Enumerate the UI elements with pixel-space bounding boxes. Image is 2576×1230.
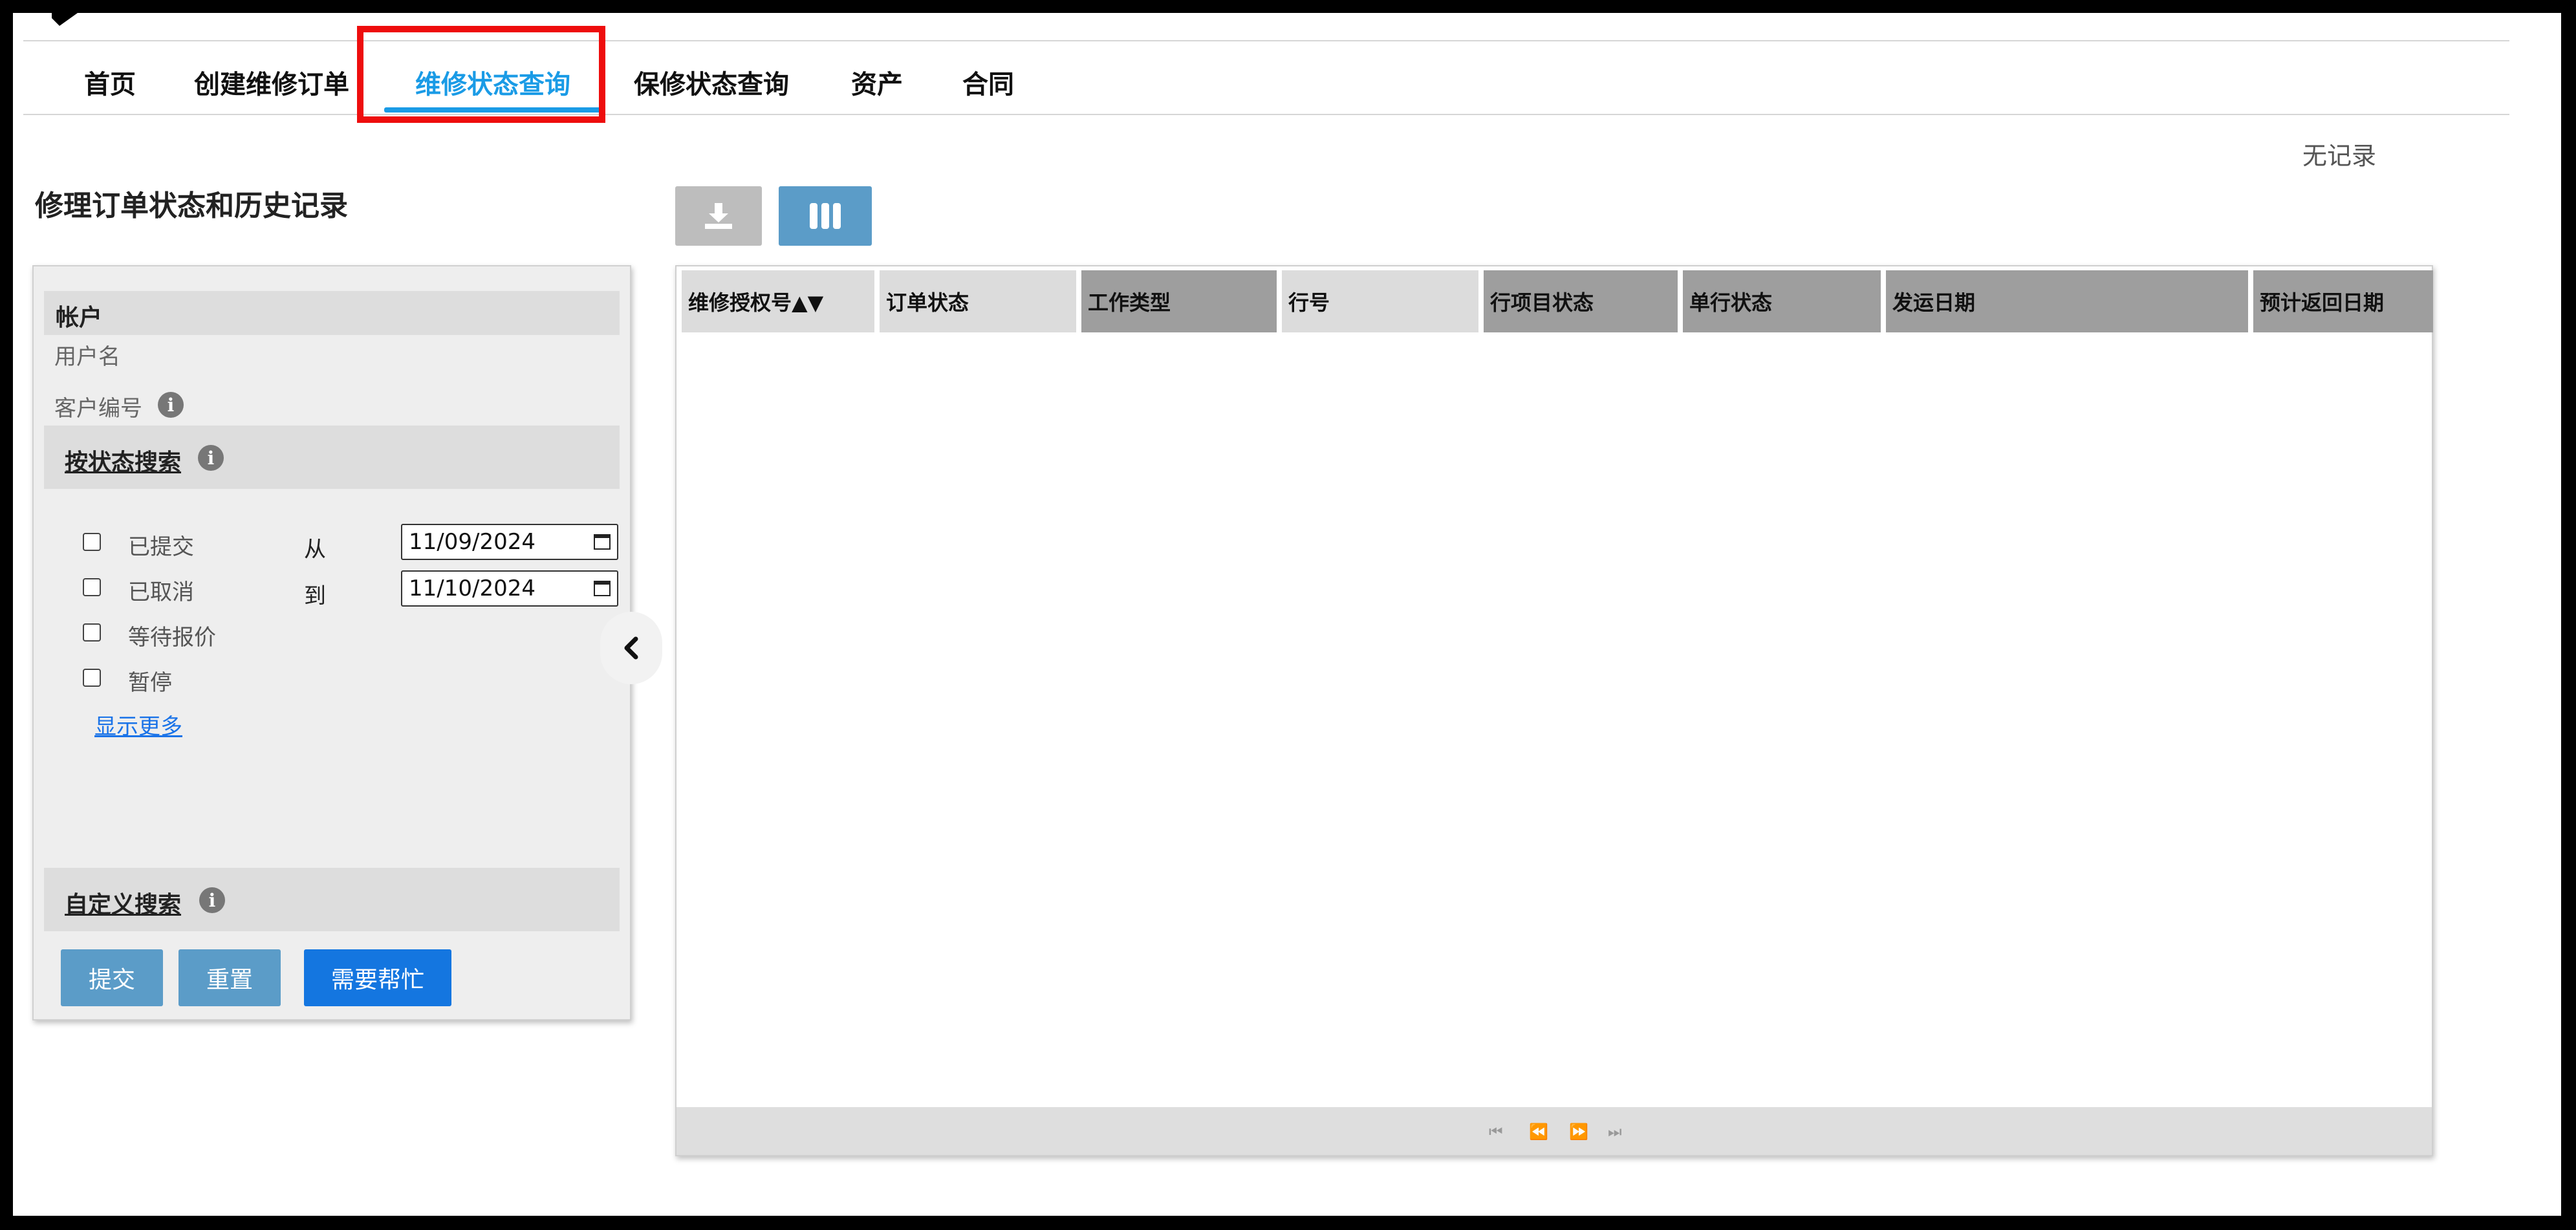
status-submitted-label: 已提交 — [128, 534, 194, 560]
first-page-icon[interactable]: ⏮ — [1489, 1123, 1503, 1141]
custom-search-toggle[interactable]: 自定义搜索 — [65, 886, 181, 920]
calendar-icon[interactable] — [594, 534, 611, 550]
filter-panel: 帐户 用户名 客户编号 i 按状态搜索 i 已提交 已取消 等待报价 暂停 从 … — [32, 265, 631, 1020]
column-header-expected-return-date[interactable]: 预计返回日期 — [2253, 270, 2433, 332]
corner-mark — [52, 13, 78, 26]
calendar-icon[interactable] — [594, 581, 611, 596]
help-button[interactable]: 需要帮忙 — [304, 949, 451, 1006]
chevron-left-icon — [624, 636, 638, 660]
results-grid: 维修授权号▲▼ 订单状态 工作类型 行号 行项目状态 单行状态 发运日期 预计返… — [675, 265, 2433, 1156]
account-section-title: 帐户 — [56, 305, 103, 331]
status-cancelled-label: 已取消 — [128, 579, 194, 605]
grid-header: 维修授权号▲▼ 订单状态 工作类型 行号 行项目状态 单行状态 发运日期 预计返… — [682, 270, 2433, 332]
reset-button[interactable]: 重置 — [179, 949, 281, 1006]
columns-icon — [810, 203, 841, 229]
custom-search-info-icon[interactable]: i — [199, 887, 225, 913]
tab-contracts[interactable]: 合同 — [962, 63, 1014, 101]
previous-page-icon[interactable]: ⏪ — [1529, 1123, 1548, 1141]
status-submitted-checkbox[interactable] — [83, 533, 101, 551]
status-awaiting-quote-label: 等待报价 — [128, 625, 216, 651]
tab-home[interactable]: 首页 — [84, 63, 136, 101]
column-header-work-type[interactable]: 工作类型 — [1081, 270, 1277, 332]
date-to-label: 到 — [304, 583, 326, 609]
status-paused-checkbox[interactable] — [83, 669, 101, 687]
tab-assets[interactable]: 资产 — [851, 63, 903, 101]
columns-button[interactable] — [779, 186, 872, 246]
tab-warranty-status[interactable]: 保修状态查询 — [634, 63, 789, 101]
status-search-info-icon[interactable]: i — [198, 445, 224, 471]
customer-number-label: 客户编号 — [54, 396, 142, 422]
show-more-link[interactable]: 显示更多 — [94, 709, 182, 740]
column-header-order-status[interactable]: 订单状态 — [880, 270, 1076, 332]
status-search-toggle[interactable]: 按状态搜索 — [65, 444, 181, 477]
column-header-line-number[interactable]: 行号 — [1282, 270, 1478, 332]
account-section-bar — [44, 291, 620, 335]
column-header-ship-date[interactable]: 发运日期 — [1886, 270, 2248, 332]
no-records-text: 无记录 — [2302, 142, 2377, 170]
column-header-single-line-status[interactable]: 单行状态 — [1683, 270, 1881, 332]
app-window: 首页 创建维修订单 维修状态查询 保修状态查询 资产 合同 无记录 修理订单状态… — [13, 13, 2561, 1216]
status-paused-label: 暂停 — [128, 670, 172, 696]
date-from-value: 11/09/2024 — [409, 529, 536, 555]
column-header-rma-number[interactable]: 维修授权号▲▼ — [682, 270, 874, 332]
download-button[interactable] — [675, 186, 762, 246]
date-from-label: 从 — [304, 537, 326, 563]
active-tab-highlight — [357, 26, 605, 123]
status-awaiting-quote-checkbox[interactable] — [83, 623, 101, 642]
download-icon — [705, 203, 732, 229]
last-page-icon[interactable]: ⏭ — [1608, 1123, 1622, 1141]
column-header-line-item-status[interactable]: 行项目状态 — [1484, 270, 1678, 332]
customer-number-info-icon[interactable]: i — [158, 392, 184, 418]
tab-create-repair-order[interactable]: 创建维修订单 — [194, 63, 349, 101]
page-title: 修理订单状态和历史记录 — [35, 189, 348, 222]
status-cancelled-checkbox[interactable] — [83, 578, 101, 596]
grid-pager: ⏮ ⏪ ⏩ ⏭ — [676, 1107, 2432, 1155]
date-to-value: 11/10/2024 — [409, 576, 536, 601]
submit-button[interactable]: 提交 — [61, 949, 163, 1006]
date-to-input[interactable]: 11/10/2024 — [401, 570, 618, 607]
collapse-panel-button[interactable] — [600, 612, 662, 684]
username-label: 用户名 — [54, 344, 120, 370]
date-from-input[interactable]: 11/09/2024 — [401, 524, 618, 560]
next-page-icon[interactable]: ⏩ — [1569, 1123, 1588, 1141]
